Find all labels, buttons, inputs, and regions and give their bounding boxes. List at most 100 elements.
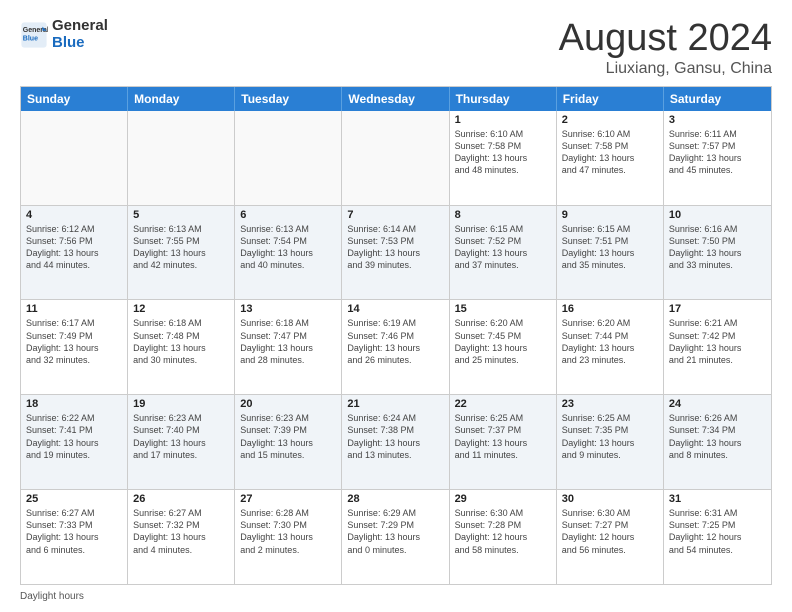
svg-text:Blue: Blue: [23, 35, 38, 42]
cal-cell-1-4: 8 Sunrise: 6:15 AM Sunset: 7:52 PM Daylig…: [450, 206, 557, 300]
day-number: 12: [133, 303, 229, 315]
cal-header-monday: Monday: [128, 87, 235, 111]
day-info: Sunrise: 6:26 AM Sunset: 7:34 PM Dayligh…: [669, 412, 766, 461]
day-info: Sunrise: 6:22 AM Sunset: 7:41 PM Dayligh…: [26, 412, 122, 461]
cal-cell-4-4: 29 Sunrise: 6:30 AM Sunset: 7:28 PM Dayli…: [450, 490, 557, 584]
day-number: 30: [562, 493, 658, 505]
cal-cell-3-5: 23Sunrise: 6:25 AM Sunset: 7:35 PM Dayli…: [557, 395, 664, 489]
logo: General Blue General Blue: [20, 18, 108, 51]
day-info: Sunrise: 6:15 AM Sunset: 7:51 PM Dayligh…: [562, 223, 658, 272]
header: General Blue General Blue August 2024 Li…: [20, 18, 772, 78]
day-number: 10: [669, 209, 766, 221]
cal-cell-2-5: 16Sunrise: 6:20 AM Sunset: 7:44 PM Dayli…: [557, 300, 664, 394]
cal-cell-2-6: 17Sunrise: 6:21 AM Sunset: 7:42 PM Dayli…: [664, 300, 771, 394]
cal-cell-2-3: 14 Sunrise: 6:19 AM Sunset: 7:46 PM Dayli…: [342, 300, 449, 394]
cal-cell-1-5: 9 Sunrise: 6:15 AM Sunset: 7:51 PM Daylig…: [557, 206, 664, 300]
cal-header-thursday: Thursday: [450, 87, 557, 111]
calendar-week-0: 1Sunrise: 6:10 AM Sunset: 7:58 PM Daylig…: [21, 111, 771, 205]
day-info: Sunrise: 6:23 AM Sunset: 7:39 PM Dayligh…: [240, 412, 336, 461]
day-info: Sunrise: 6:16 AM Sunset: 7:50 PM Dayligh…: [669, 223, 766, 272]
calendar-week-3: 18Sunrise: 6:22 AM Sunset: 7:41 PM Dayli…: [21, 394, 771, 489]
cal-header-saturday: Saturday: [664, 87, 771, 111]
cal-cell-0-2: [235, 111, 342, 205]
day-info: Sunrise: 6:15 AM Sunset: 7:52 PM Dayligh…: [455, 223, 551, 272]
day-info: Sunrise: 6:10 AM Sunset: 7:58 PM Dayligh…: [562, 128, 658, 177]
day-number: 27: [240, 493, 336, 505]
calendar-week-1: 4Sunrise: 6:12 AM Sunset: 7:56 PM Daylig…: [21, 205, 771, 300]
cal-cell-3-1: 19 Sunrise: 6:23 AM Sunset: 7:40 PM Dayli…: [128, 395, 235, 489]
cal-cell-3-4: 22 Sunrise: 6:25 AM Sunset: 7:37 PM Dayli…: [450, 395, 557, 489]
day-number: 14: [347, 303, 443, 315]
day-info: Sunrise: 6:20 AM Sunset: 7:45 PM Dayligh…: [455, 317, 551, 366]
day-number: 29: [455, 493, 551, 505]
cal-cell-0-4: 1Sunrise: 6:10 AM Sunset: 7:58 PM Daylig…: [450, 111, 557, 205]
cal-cell-0-5: 2Sunrise: 6:10 AM Sunset: 7:58 PM Daylig…: [557, 111, 664, 205]
cal-cell-0-1: [128, 111, 235, 205]
day-info: Sunrise: 6:25 AM Sunset: 7:37 PM Dayligh…: [455, 412, 551, 461]
day-info: Sunrise: 6:27 AM Sunset: 7:33 PM Dayligh…: [26, 507, 122, 556]
day-info: Sunrise: 6:17 AM Sunset: 7:49 PM Dayligh…: [26, 317, 122, 366]
cal-header-wednesday: Wednesday: [342, 87, 449, 111]
day-info: Sunrise: 6:23 AM Sunset: 7:40 PM Dayligh…: [133, 412, 229, 461]
day-info: Sunrise: 6:30 AM Sunset: 7:27 PM Dayligh…: [562, 507, 658, 556]
day-number: 26: [133, 493, 229, 505]
cal-cell-3-2: 20 Sunrise: 6:23 AM Sunset: 7:39 PM Dayli…: [235, 395, 342, 489]
day-number: 9: [562, 209, 658, 221]
cal-cell-1-3: 7 Sunrise: 6:14 AM Sunset: 7:53 PM Daylig…: [342, 206, 449, 300]
day-number: 22: [455, 398, 551, 410]
cal-cell-4-0: 25Sunrise: 6:27 AM Sunset: 7:33 PM Dayli…: [21, 490, 128, 584]
day-number: 11: [26, 303, 122, 315]
day-info: Sunrise: 6:13 AM Sunset: 7:54 PM Dayligh…: [240, 223, 336, 272]
cal-cell-4-3: 28 Sunrise: 6:29 AM Sunset: 7:29 PM Dayli…: [342, 490, 449, 584]
cal-cell-4-1: 26Sunrise: 6:27 AM Sunset: 7:32 PM Dayli…: [128, 490, 235, 584]
day-info: Sunrise: 6:20 AM Sunset: 7:44 PM Dayligh…: [562, 317, 658, 366]
day-number: 7: [347, 209, 443, 221]
page: General Blue General Blue August 2024 Li…: [0, 0, 792, 612]
day-info: Sunrise: 6:21 AM Sunset: 7:42 PM Dayligh…: [669, 317, 766, 366]
cal-cell-2-0: 11 Sunrise: 6:17 AM Sunset: 7:49 PM Dayli…: [21, 300, 128, 394]
day-info: Sunrise: 6:11 AM Sunset: 7:57 PM Dayligh…: [669, 128, 766, 177]
day-number: 19: [133, 398, 229, 410]
day-info: Sunrise: 6:31 AM Sunset: 7:25 PM Dayligh…: [669, 507, 766, 556]
calendar-body: 1Sunrise: 6:10 AM Sunset: 7:58 PM Daylig…: [21, 111, 771, 584]
cal-cell-2-4: 15 Sunrise: 6:20 AM Sunset: 7:45 PM Dayli…: [450, 300, 557, 394]
day-info: Sunrise: 6:12 AM Sunset: 7:56 PM Dayligh…: [26, 223, 122, 272]
logo-blue: Blue: [52, 34, 85, 51]
calendar-week-4: 25Sunrise: 6:27 AM Sunset: 7:33 PM Dayli…: [21, 489, 771, 584]
day-number: 5: [133, 209, 229, 221]
subtitle: Liuxiang, Gansu, China: [559, 60, 772, 78]
cal-header-sunday: Sunday: [21, 87, 128, 111]
footer: Daylight hours: [20, 591, 772, 602]
cal-cell-3-3: 21Sunrise: 6:24 AM Sunset: 7:38 PM Dayli…: [342, 395, 449, 489]
day-number: 13: [240, 303, 336, 315]
day-number: 24: [669, 398, 766, 410]
day-info: Sunrise: 6:29 AM Sunset: 7:29 PM Dayligh…: [347, 507, 443, 556]
cal-cell-4-5: 30 Sunrise: 6:30 AM Sunset: 7:27 PM Dayli…: [557, 490, 664, 584]
day-number: 3: [669, 114, 766, 126]
logo-text: General Blue: [52, 18, 108, 51]
cal-cell-0-6: 3 Sunrise: 6:11 AM Sunset: 7:57 PM Daylig…: [664, 111, 771, 205]
cal-header-tuesday: Tuesday: [235, 87, 342, 111]
day-info: Sunrise: 6:28 AM Sunset: 7:30 PM Dayligh…: [240, 507, 336, 556]
day-info: Sunrise: 6:25 AM Sunset: 7:35 PM Dayligh…: [562, 412, 658, 461]
day-info: Sunrise: 6:19 AM Sunset: 7:46 PM Dayligh…: [347, 317, 443, 366]
day-info: Sunrise: 6:14 AM Sunset: 7:53 PM Dayligh…: [347, 223, 443, 272]
day-number: 28: [347, 493, 443, 505]
day-info: Sunrise: 6:10 AM Sunset: 7:58 PM Dayligh…: [455, 128, 551, 177]
cal-cell-0-3: [342, 111, 449, 205]
day-info: Sunrise: 6:30 AM Sunset: 7:28 PM Dayligh…: [455, 507, 551, 556]
cal-cell-1-2: 6 Sunrise: 6:13 AM Sunset: 7:54 PM Daylig…: [235, 206, 342, 300]
day-number: 15: [455, 303, 551, 315]
footer-label: Daylight hours: [20, 591, 84, 602]
day-number: 6: [240, 209, 336, 221]
day-info: Sunrise: 6:24 AM Sunset: 7:38 PM Dayligh…: [347, 412, 443, 461]
cal-cell-0-0: [21, 111, 128, 205]
day-info: Sunrise: 6:13 AM Sunset: 7:55 PM Dayligh…: [133, 223, 229, 272]
cal-cell-3-0: 18Sunrise: 6:22 AM Sunset: 7:41 PM Dayli…: [21, 395, 128, 489]
calendar-week-2: 11 Sunrise: 6:17 AM Sunset: 7:49 PM Dayli…: [21, 299, 771, 394]
day-number: 20: [240, 398, 336, 410]
cal-cell-2-1: 12Sunrise: 6:18 AM Sunset: 7:48 PM Dayli…: [128, 300, 235, 394]
cal-cell-4-6: 31Sunrise: 6:31 AM Sunset: 7:25 PM Dayli…: [664, 490, 771, 584]
day-number: 8: [455, 209, 551, 221]
cal-cell-1-0: 4Sunrise: 6:12 AM Sunset: 7:56 PM Daylig…: [21, 206, 128, 300]
